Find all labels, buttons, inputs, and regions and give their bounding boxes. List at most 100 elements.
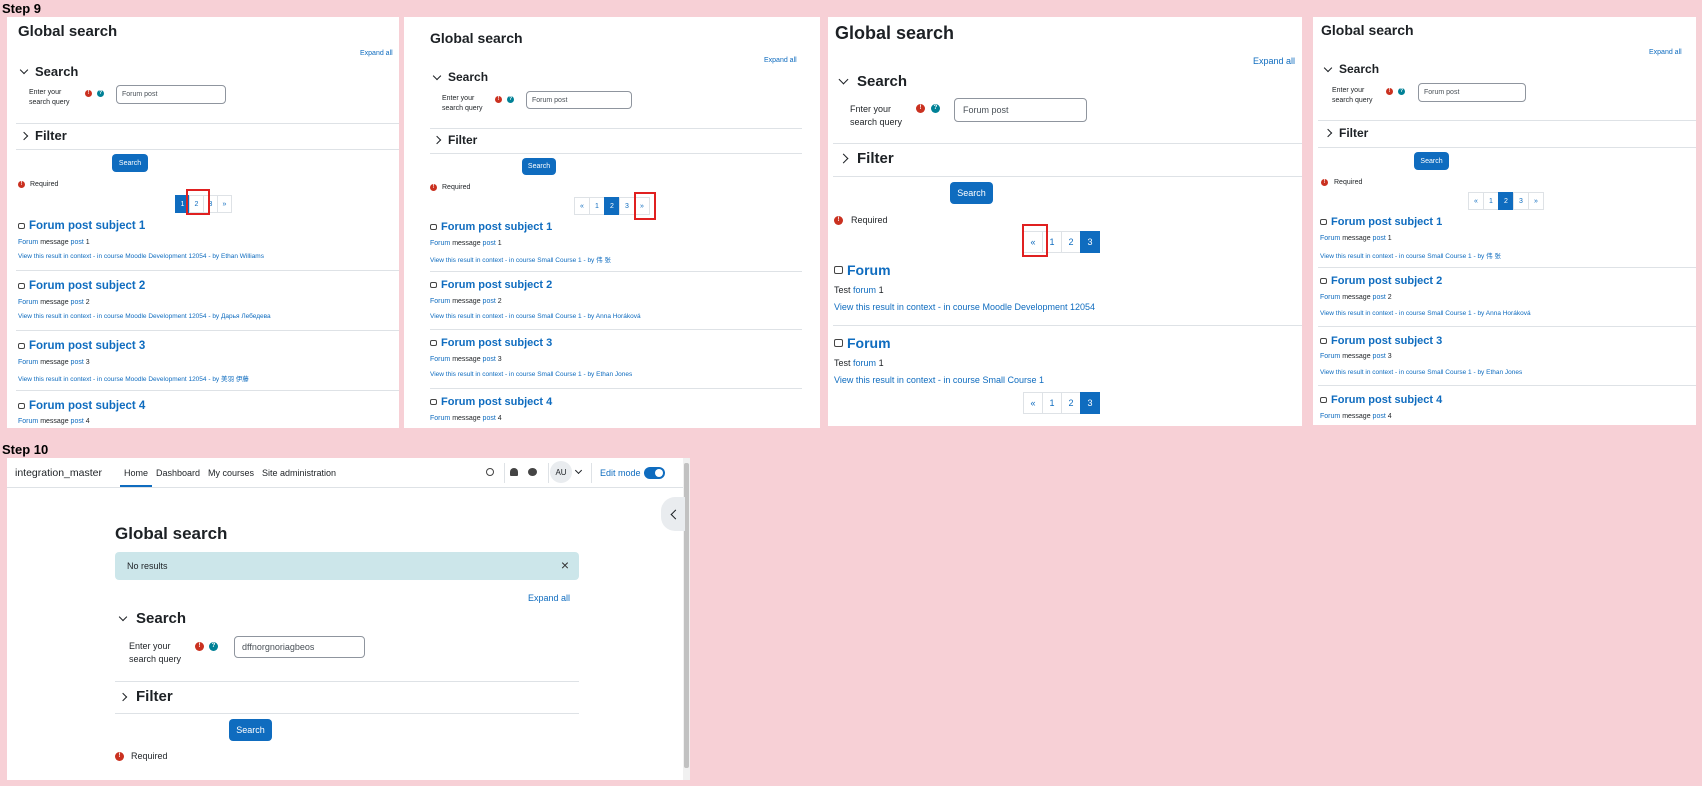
filter-section-toggle[interactable]: Filter [838,150,894,167]
result-title[interactable]: Forum post subject 2 [430,279,552,291]
filter-section-toggle[interactable]: Filter [1323,126,1368,140]
result-title-text[interactable]: Forum post subject 1 [1331,216,1442,228]
course-link[interactable]: Small Course 1 [537,371,581,378]
page-3-link[interactable]: 3 [619,197,635,215]
nav-my-courses[interactable]: My courses [208,468,254,478]
course-link[interactable]: Moodle Development 12054 [982,302,1095,312]
result-title-text[interactable]: Forum post subject 3 [29,340,145,352]
result-title-text[interactable]: Forum post subject 2 [441,279,552,291]
result-context-link[interactable]: View this result in context - in course … [430,254,611,264]
result-title-text[interactable]: Forum post subject 1 [441,221,552,233]
chevron-down-icon[interactable] [574,466,583,475]
course-link[interactable]: Moodle Development 12054 [125,253,206,260]
expand-all-link[interactable]: Expand all [528,593,570,603]
search-button[interactable]: Search [229,719,272,741]
view-context-link[interactable]: View this result in context [1320,369,1393,376]
course-link[interactable]: Small Course 1 [1427,369,1471,376]
result-context-link[interactable]: View this result in context - in course … [430,371,632,378]
course-link[interactable]: Small Course 1 [1427,310,1471,317]
view-context-link[interactable]: View this result in context [18,313,91,320]
view-context-link[interactable]: View this result in context [834,302,935,312]
result-title[interactable]: Forum post subject 1 [1320,216,1442,228]
search-input[interactable]: Forum post [526,91,632,109]
filter-section-toggle[interactable]: Filter [118,688,173,705]
course-link[interactable]: Moodle Development 12054 [125,376,206,383]
result-context-link[interactable]: View this result in context - in course … [1320,250,1501,260]
page-1-link[interactable]: 1 [1483,192,1499,210]
author-link[interactable]: - by 伟 张 [583,257,610,264]
result-title-text[interactable]: Forum post subject 1 [29,220,145,232]
page-2-link[interactable]: 2 [1498,192,1514,210]
author-link[interactable]: - by Anna Horáková [583,313,640,320]
result-title[interactable]: Forum post subject 3 [1320,335,1442,347]
page-3-link[interactable]: 3 [1080,231,1100,253]
prev-page-link[interactable]: « [1023,392,1043,414]
result-title-text[interactable]: Forum post subject 3 [1331,335,1442,347]
course-link[interactable]: Small Course 1 [1427,253,1471,260]
result-title-text[interactable]: Forum post subject 4 [441,396,552,408]
expand-all-link[interactable]: Expand all [764,57,797,64]
next-page-link[interactable]: » [217,195,232,213]
result-title[interactable]: Forum post subject 4 [1320,394,1442,406]
chat-icon[interactable] [528,468,537,476]
view-context-link[interactable]: View this result in context [430,371,503,378]
help-icon[interactable]: ? [97,90,104,97]
result-context-link[interactable]: View this result in context - in course … [1320,369,1522,376]
expand-all-link[interactable]: Expand all [1253,56,1295,66]
search-icon[interactable] [486,468,494,476]
result-context-link[interactable]: View this result in context - in course … [834,375,1044,385]
page-2-link[interactable]: 2 [1061,392,1081,414]
search-input[interactable]: Forum post [954,98,1087,122]
result-title-text[interactable]: Forum post subject 2 [29,280,145,292]
nav-site-administration[interactable]: Site administration [262,468,336,478]
search-section-toggle[interactable]: Search [118,610,186,627]
result-title[interactable]: Forum [834,262,891,278]
search-button[interactable]: Search [1414,152,1449,170]
result-context-link[interactable]: View this result in context - in course … [430,313,641,320]
result-context-link[interactable]: View this result in context - in course … [18,253,264,260]
search-section-toggle[interactable]: Search [838,73,907,90]
result-title[interactable]: Forum post subject 4 [18,400,145,412]
nav-home[interactable]: Home [124,468,148,478]
author-link[interactable]: - by Anna Horáková [1473,310,1530,317]
drawer-toggle-button[interactable] [661,497,685,531]
edit-mode-toggle[interactable] [644,467,665,479]
result-title[interactable]: Forum post subject 1 [430,221,552,233]
page-2-link[interactable]: 2 [1061,231,1081,253]
result-title[interactable]: Forum post subject 1 [18,220,145,232]
result-title[interactable]: Forum [834,335,891,351]
view-context-link[interactable]: View this result in context [430,313,503,320]
close-icon[interactable]: × [561,557,569,573]
course-link[interactable]: Small Course 1 [537,313,581,320]
search-input[interactable]: Forum post [1418,83,1526,102]
search-button[interactable]: Search [950,182,993,204]
result-context-link[interactable]: View this result in context - in course … [18,313,271,320]
author-link[interactable]: - by Ethan Williams [208,253,264,260]
page-3-link[interactable]: 3 [1513,192,1529,210]
result-title[interactable]: Forum post subject 2 [18,280,145,292]
author-link[interactable]: - by 美羽 伊藤 [208,376,248,383]
help-icon[interactable]: ? [507,96,514,103]
search-input[interactable]: Forum post [116,85,226,104]
result-title-text[interactable]: Forum post subject 4 [1331,394,1442,406]
filter-section-toggle[interactable]: Filter [19,128,67,143]
course-link[interactable]: Small Course 1 [537,257,581,264]
search-section-toggle[interactable]: Search [432,70,488,84]
view-context-link[interactable]: View this result in context [1320,310,1393,317]
view-context-link[interactable]: View this result in context [1320,253,1393,260]
search-button[interactable]: Search [112,154,148,172]
view-context-link[interactable]: View this result in context [18,253,91,260]
result-title-text[interactable]: Forum [847,335,891,351]
result-context-link[interactable]: View this result in context - in course … [1320,310,1531,317]
nav-dashboard[interactable]: Dashboard [156,468,200,478]
next-page-link[interactable]: » [1528,192,1544,210]
result-title[interactable]: Forum post subject 3 [18,340,145,352]
result-title-text[interactable]: Forum post subject 3 [441,337,552,349]
result-context-link[interactable]: View this result in context - in course … [18,373,249,383]
view-context-link[interactable]: View this result in context [18,376,91,383]
prev-page-link[interactable]: « [1468,192,1484,210]
search-section-toggle[interactable]: Search [19,64,78,79]
search-section-toggle[interactable]: Search [1323,62,1379,76]
result-title-text[interactable]: Forum post subject 2 [1331,275,1442,287]
view-context-link[interactable]: View this result in context [430,257,503,264]
